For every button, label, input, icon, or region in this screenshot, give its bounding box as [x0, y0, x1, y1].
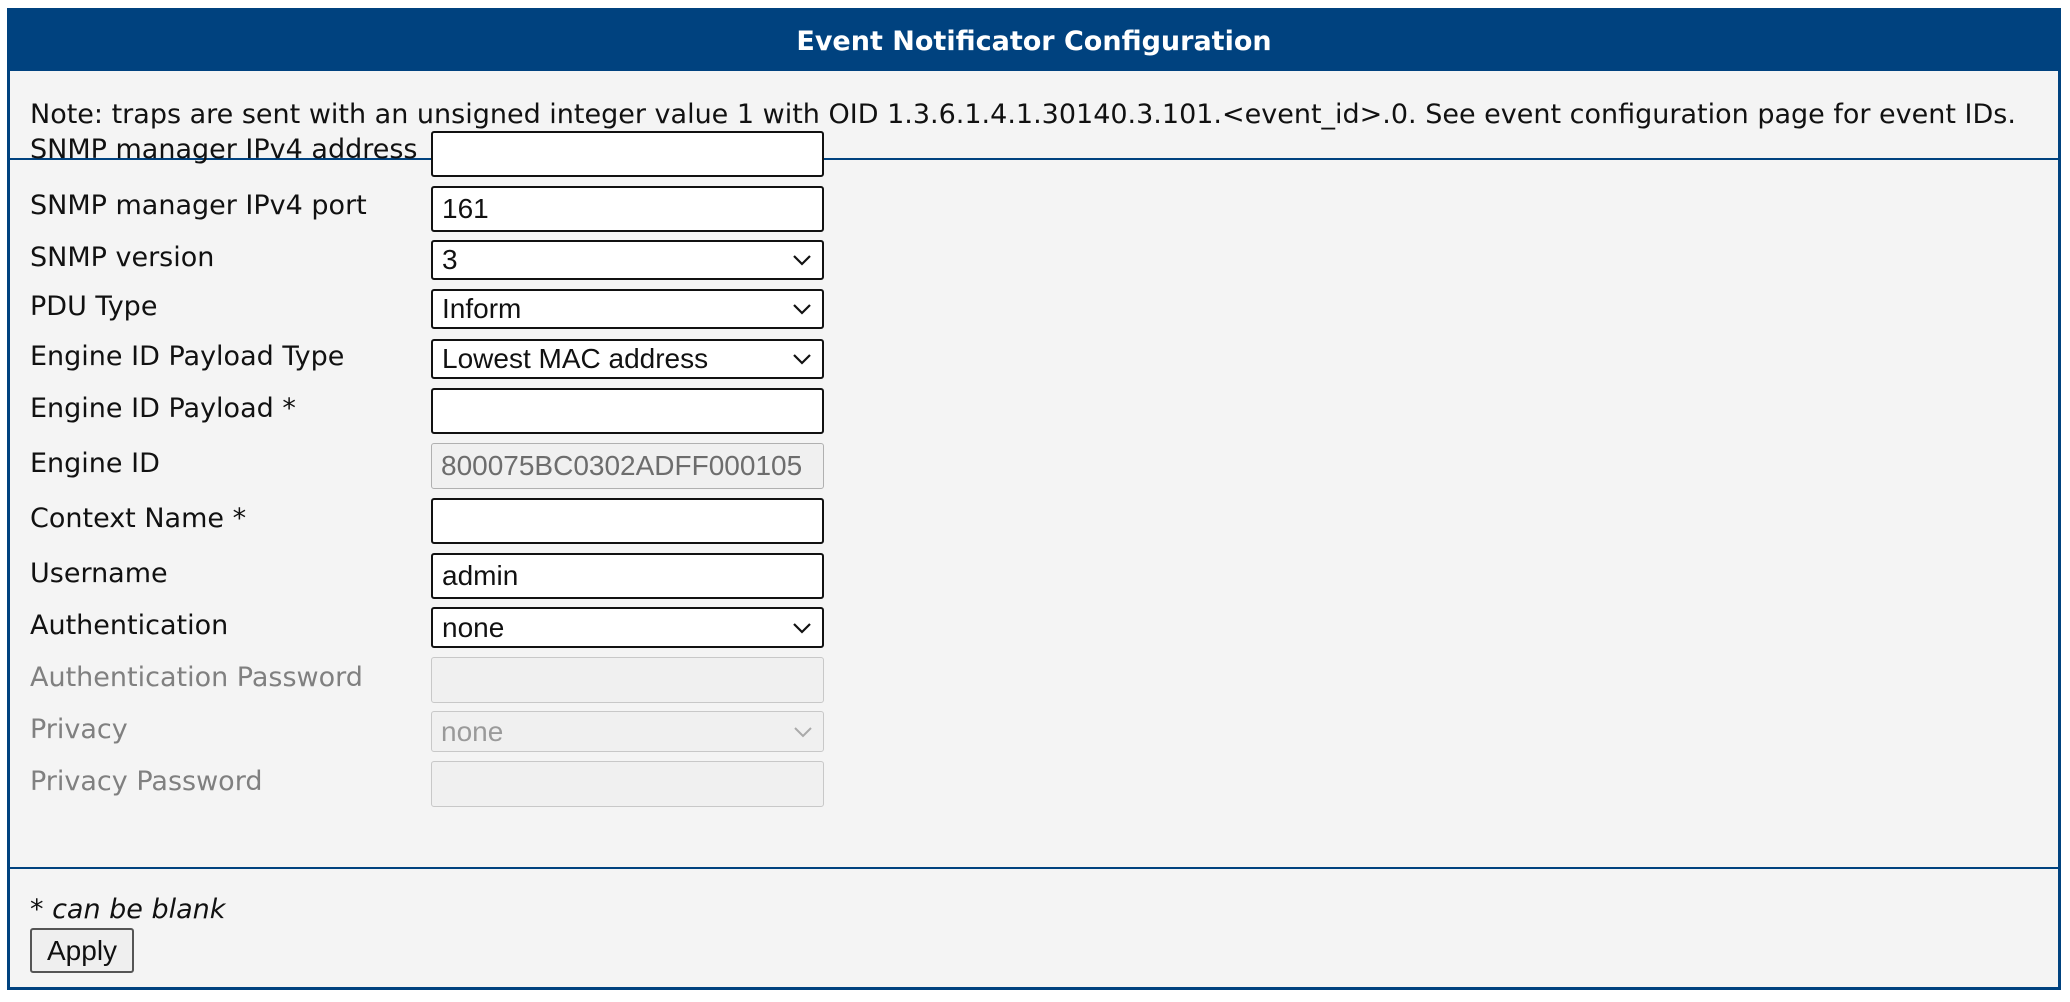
chevron-down-icon	[782, 291, 822, 327]
auth-password-input[interactable]	[431, 657, 824, 703]
apply-button[interactable]: Apply	[30, 928, 135, 973]
snmp-address-label: SNMP manager IPv4 address	[30, 134, 418, 165]
snmp-version-label: SNMP version	[30, 242, 215, 273]
privacy-password-label: Privacy Password	[30, 766, 263, 797]
privacy-label: Privacy	[30, 714, 128, 745]
snmp-port-input[interactable]: 161	[431, 186, 824, 232]
context-name-input[interactable]	[431, 498, 824, 544]
username-label: Username	[30, 558, 168, 589]
chevron-down-icon	[783, 712, 823, 751]
snmp-address-input[interactable]	[431, 131, 824, 177]
chevron-down-icon	[782, 609, 822, 646]
engine-id-payload-type-label: Engine ID Payload Type	[30, 341, 345, 372]
privacy-select[interactable]: none	[431, 711, 824, 752]
privacy-password-input[interactable]	[431, 761, 824, 807]
username-input[interactable]: admin	[431, 553, 824, 599]
engine-id-label: Engine ID	[30, 448, 160, 479]
engine-id-payload-input[interactable]	[431, 388, 824, 434]
engine-id-readonly-field[interactable]: 800075BC0302ADFF000105	[431, 443, 824, 489]
chevron-down-icon	[782, 341, 822, 377]
pdu-type-label: PDU Type	[30, 291, 158, 322]
auth-password-label: Authentication Password	[30, 662, 363, 693]
chevron-down-icon	[782, 242, 822, 278]
snmp-port-label: SNMP manager IPv4 port	[30, 190, 367, 221]
context-name-label: Context Name *	[30, 503, 247, 534]
panel-title: Event Notificator Configuration	[10, 11, 2058, 71]
engine-id-payload-label: Engine ID Payload *	[30, 393, 296, 424]
pdu-type-select[interactable]: Inform	[431, 289, 824, 329]
authentication-select[interactable]: none	[431, 607, 824, 648]
hint-text: can be blank	[43, 894, 226, 925]
blank-hint: * can be blank	[30, 895, 225, 925]
event-notificator-panel: Event Notificator Configuration Note: tr…	[7, 8, 2061, 990]
footer-divider	[10, 867, 2058, 869]
snmp-version-select[interactable]: 3	[431, 240, 824, 280]
hint-asterisk: *	[30, 894, 44, 925]
authentication-label: Authentication	[30, 610, 229, 641]
engine-id-payload-type-select[interactable]: Lowest MAC address	[431, 339, 824, 379]
